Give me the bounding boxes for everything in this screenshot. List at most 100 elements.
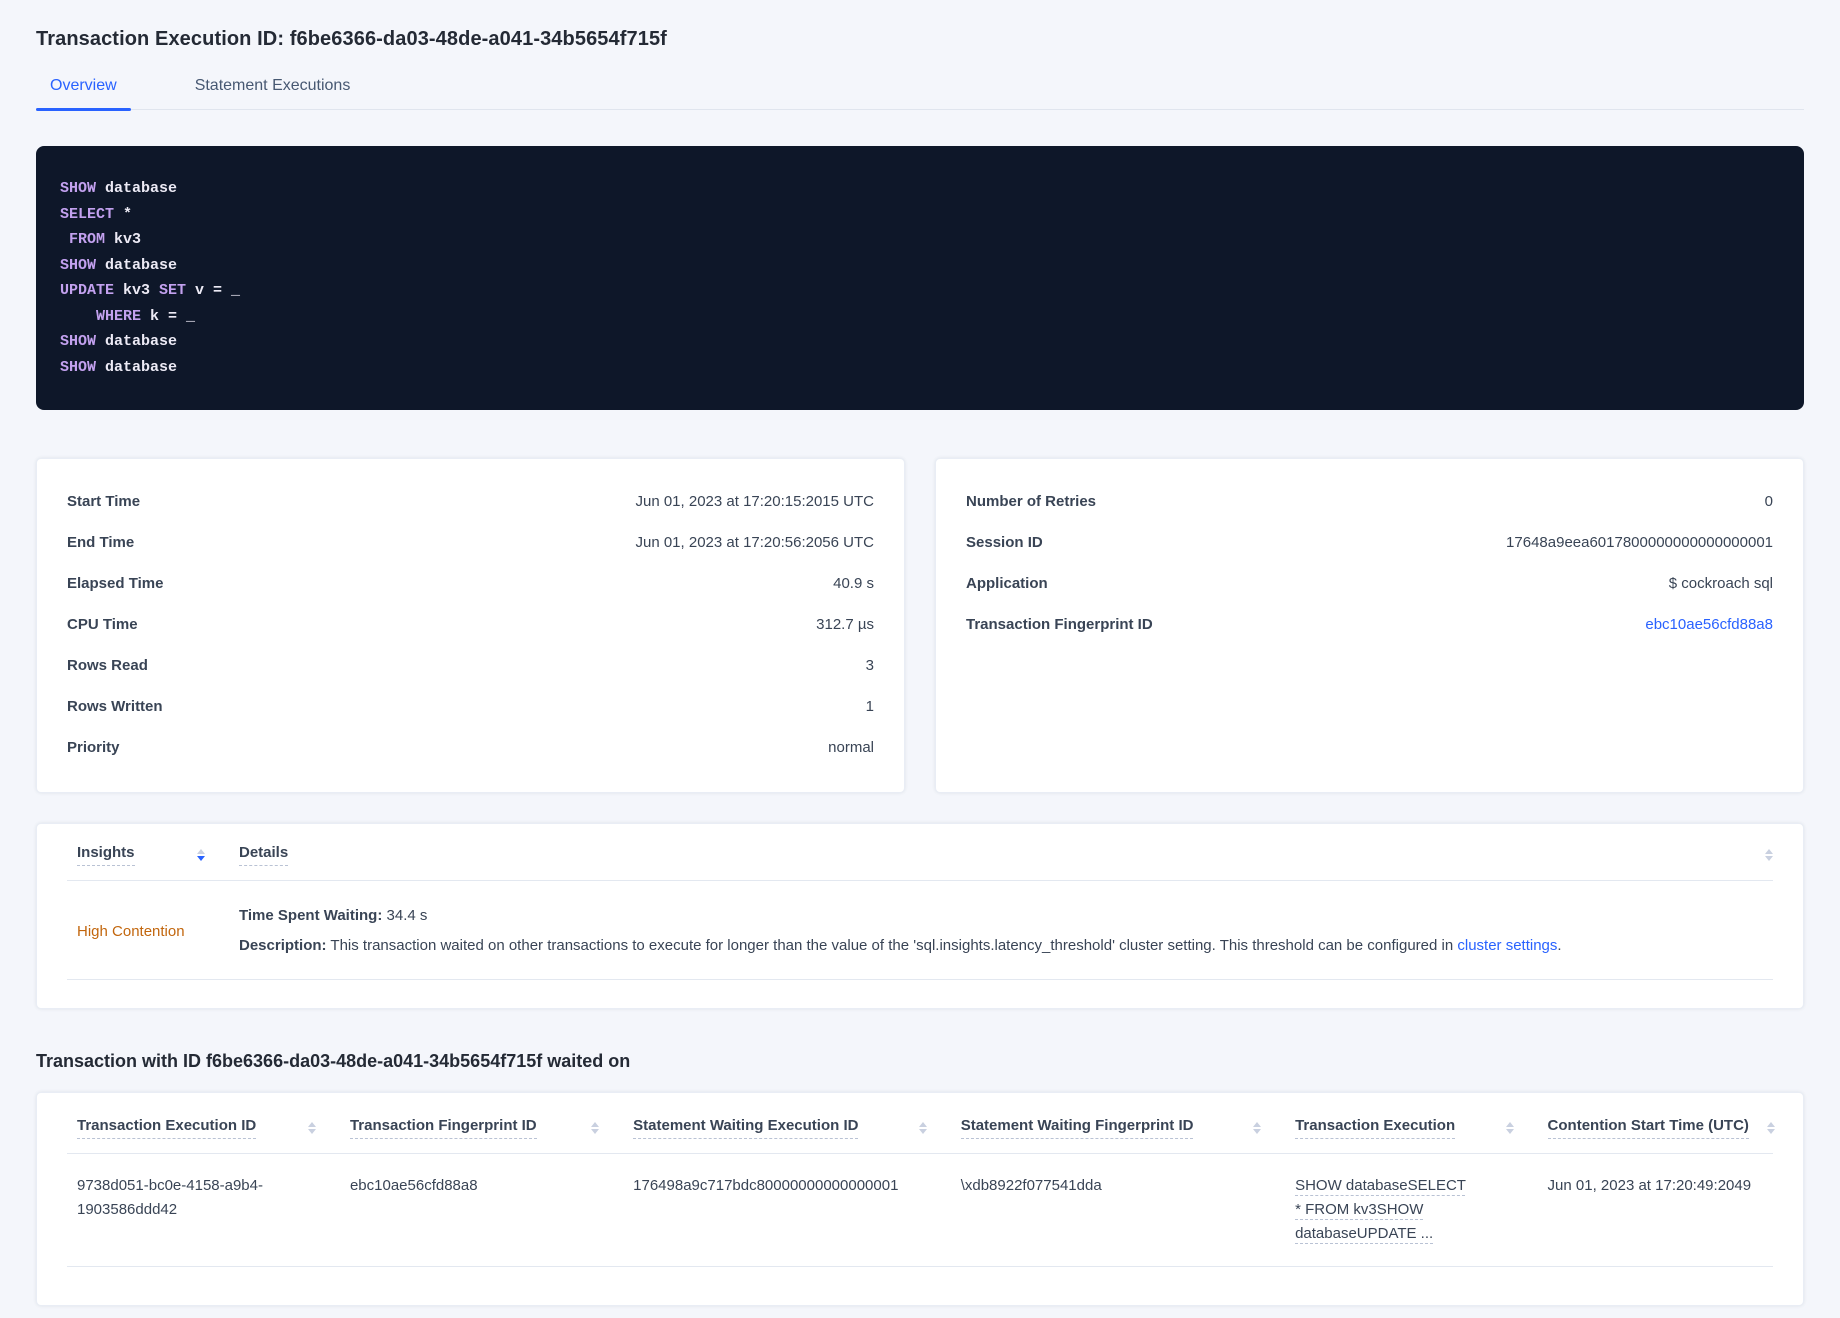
sort-desc-arrow-icon bbox=[1253, 1129, 1262, 1134]
column-header-contention-start-time[interactable]: Contention Start Time (UTC) bbox=[1538, 1117, 1775, 1153]
sort-icon[interactable] bbox=[591, 1122, 600, 1134]
sql-keyword: SHOW bbox=[60, 333, 97, 350]
stat-row-rows-written: Rows Written 1 bbox=[67, 686, 874, 727]
stat-row-end-time: End Time Jun 01, 2023 at 17:20:56:2056 U… bbox=[67, 522, 874, 563]
stat-row-retries: Number of Retries 0 bbox=[966, 481, 1773, 522]
stat-value: $ cockroach sql bbox=[1668, 575, 1773, 592]
transaction-fingerprint-link[interactable]: ebc10ae56cfd88a8 bbox=[1645, 616, 1773, 633]
stat-value: normal bbox=[828, 739, 874, 756]
stat-label: Number of Retries bbox=[966, 493, 1097, 510]
stat-row-session-id: Session ID 17648a9eea6017800000000000000… bbox=[966, 522, 1773, 563]
stat-value: 17648a9eea6017800000000000000001 bbox=[1506, 534, 1773, 551]
stat-row-rows-read: Rows Read 3 bbox=[67, 645, 874, 686]
sort-asc-arrow-icon bbox=[1253, 1122, 1262, 1127]
txn-execution-statement-link[interactable]: SHOW databaseSELECT * FROM kv3SHOW datab… bbox=[1295, 1177, 1466, 1242]
sql-text: database bbox=[96, 358, 178, 376]
column-header-txn-execution[interactable]: Transaction Execution bbox=[1285, 1117, 1537, 1153]
insights-header-label[interactable]: Insights bbox=[77, 844, 135, 866]
column-header-label[interactable]: Contention Start Time (UTC) bbox=[1547, 1117, 1749, 1139]
stat-label: Transaction Fingerprint ID bbox=[966, 616, 1153, 633]
sort-desc-arrow-icon bbox=[307, 1129, 316, 1134]
txn-fingerprint-id-value: ebc10ae56cfd88a8 bbox=[349, 1177, 478, 1194]
stat-value: 3 bbox=[865, 657, 874, 674]
insights-table-card: Insights Details High Contention Time Sp… bbox=[36, 823, 1804, 1009]
sort-asc-arrow-icon bbox=[591, 1122, 600, 1127]
stat-label: Application bbox=[966, 575, 1048, 592]
sort-icon[interactable] bbox=[1765, 849, 1773, 861]
cluster-settings-link[interactable]: cluster settings bbox=[1457, 937, 1557, 954]
stat-row-elapsed-time: Elapsed Time 40.9 s bbox=[67, 563, 874, 604]
cell-txn-execution: SHOW databaseSELECT * FROM kv3SHOW datab… bbox=[1285, 1154, 1537, 1266]
column-header-label[interactable]: Transaction Fingerprint ID bbox=[349, 1117, 537, 1139]
details-header-label[interactable]: Details bbox=[239, 844, 289, 866]
time-spent-waiting-line: Time Spent Waiting: 34.4 s bbox=[239, 901, 1773, 931]
tab-statement-executions[interactable]: Statement Executions bbox=[181, 77, 365, 109]
sort-desc-arrow-icon bbox=[197, 856, 205, 861]
column-header-label[interactable]: Statement Waiting Fingerprint ID bbox=[960, 1117, 1194, 1139]
sort-icon[interactable] bbox=[918, 1122, 927, 1134]
card-footer-space bbox=[67, 1267, 1773, 1285]
column-header-label[interactable]: Transaction Execution ID bbox=[77, 1117, 257, 1139]
sql-line: SHOW database bbox=[60, 253, 1780, 279]
cell-contention-start-time: Jun 01, 2023 at 17:20:49:2049 bbox=[1538, 1154, 1773, 1266]
column-header-label[interactable]: Statement Waiting Execution ID bbox=[633, 1117, 859, 1139]
sql-text: k = _ bbox=[141, 307, 196, 325]
details-column-header[interactable]: Details bbox=[239, 844, 289, 866]
stat-label: Rows Written bbox=[67, 698, 163, 715]
tab-overview[interactable]: Overview bbox=[36, 77, 131, 111]
sort-asc-arrow-icon bbox=[1505, 1122, 1514, 1127]
sort-icon[interactable] bbox=[1253, 1122, 1262, 1134]
sql-line: SELECT * bbox=[60, 202, 1780, 228]
stat-label: Priority bbox=[67, 739, 120, 756]
column-header-label[interactable]: Transaction Execution bbox=[1295, 1117, 1456, 1139]
sort-desc-icon[interactable] bbox=[197, 849, 205, 861]
sort-icon[interactable] bbox=[307, 1122, 316, 1134]
contention-start-time-value: Jun 01, 2023 at 17:20:49:2049 bbox=[1547, 1177, 1752, 1194]
stat-row-txn-fingerprint-id: Transaction Fingerprint ID ebc10ae56cfd8… bbox=[966, 604, 1773, 645]
sort-icon[interactable] bbox=[1766, 1122, 1775, 1134]
cell-txn-fingerprint-id: ebc10ae56cfd88a8 bbox=[340, 1154, 623, 1266]
sort-desc-arrow-icon bbox=[1765, 856, 1773, 861]
summary-cards-row: Start Time Jun 01, 2023 at 17:20:15:2015… bbox=[36, 458, 1804, 793]
tab-bar: Overview Statement Executions bbox=[36, 77, 1804, 111]
sql-keyword: SHOW bbox=[60, 180, 97, 197]
cell-stmt-waiting-fingerprint-id: \xdb8922f077541dda bbox=[951, 1154, 1285, 1266]
waiting-value: 34.4 s bbox=[382, 907, 428, 924]
timing-summary-card: Start Time Jun 01, 2023 at 17:20:15:2015… bbox=[36, 458, 905, 793]
card-footer-space bbox=[67, 980, 1773, 992]
insights-table-header: Insights Details bbox=[67, 844, 1773, 880]
high-contention-badge: High Contention bbox=[77, 922, 185, 940]
sql-statement-box: SHOW database SELECT * FROM kv3 SHOW datab… bbox=[36, 146, 1804, 410]
sort-asc-arrow-icon bbox=[1765, 849, 1773, 854]
column-header-stmt-waiting-fingerprint-id[interactable]: Statement Waiting Fingerprint ID bbox=[951, 1117, 1285, 1153]
sort-asc-arrow-icon bbox=[307, 1122, 316, 1127]
sql-text: database bbox=[96, 256, 178, 274]
column-header-txn-fingerprint-id[interactable]: Transaction Fingerprint ID bbox=[340, 1117, 623, 1153]
sql-keyword: SELECT bbox=[60, 205, 115, 223]
sql-line: SHOW database bbox=[60, 176, 1780, 202]
transaction-details-page: Transaction Execution ID: f6be6366-da03-… bbox=[0, 0, 1840, 1306]
column-header-txn-execution-id[interactable]: Transaction Execution ID bbox=[67, 1117, 340, 1153]
sql-line: WHERE k = _ bbox=[60, 304, 1780, 330]
sort-desc-arrow-icon bbox=[1505, 1129, 1514, 1134]
stat-row-cpu-time: CPU Time 312.7 µs bbox=[67, 604, 874, 645]
stat-label: CPU Time bbox=[67, 616, 138, 633]
sql-keyword: UPDATE bbox=[60, 282, 115, 299]
stat-value: Jun 01, 2023 at 17:20:15:2015 UTC bbox=[635, 493, 874, 510]
table-row: 9738d051-bc0e-4158-a9b4-1903586ddd42 ebc… bbox=[67, 1154, 1773, 1266]
sql-text: kv3 bbox=[105, 231, 142, 248]
stat-label: End Time bbox=[67, 534, 135, 551]
stat-value: 1 bbox=[865, 698, 874, 715]
column-header-stmt-waiting-execution-id[interactable]: Statement Waiting Execution ID bbox=[623, 1117, 951, 1153]
sql-line: UPDATE kv3 SET v = _ bbox=[60, 278, 1780, 304]
page-title: Transaction Execution ID: f6be6366-da03-… bbox=[36, 28, 667, 50]
insight-row: High Contention Time Spent Waiting: 34.4… bbox=[67, 881, 1773, 979]
sql-line: SHOW database bbox=[60, 355, 1780, 381]
sql-text: v = _ bbox=[186, 282, 241, 299]
insight-details-cell: Time Spent Waiting: 34.4 s Description: … bbox=[239, 901, 1773, 961]
insights-column-header[interactable]: Insights bbox=[67, 844, 239, 866]
sql-keyword: FROM bbox=[69, 231, 106, 248]
session-summary-card: Number of Retries 0 Session ID 17648a9ee… bbox=[935, 458, 1804, 793]
sort-icon[interactable] bbox=[1505, 1122, 1514, 1134]
